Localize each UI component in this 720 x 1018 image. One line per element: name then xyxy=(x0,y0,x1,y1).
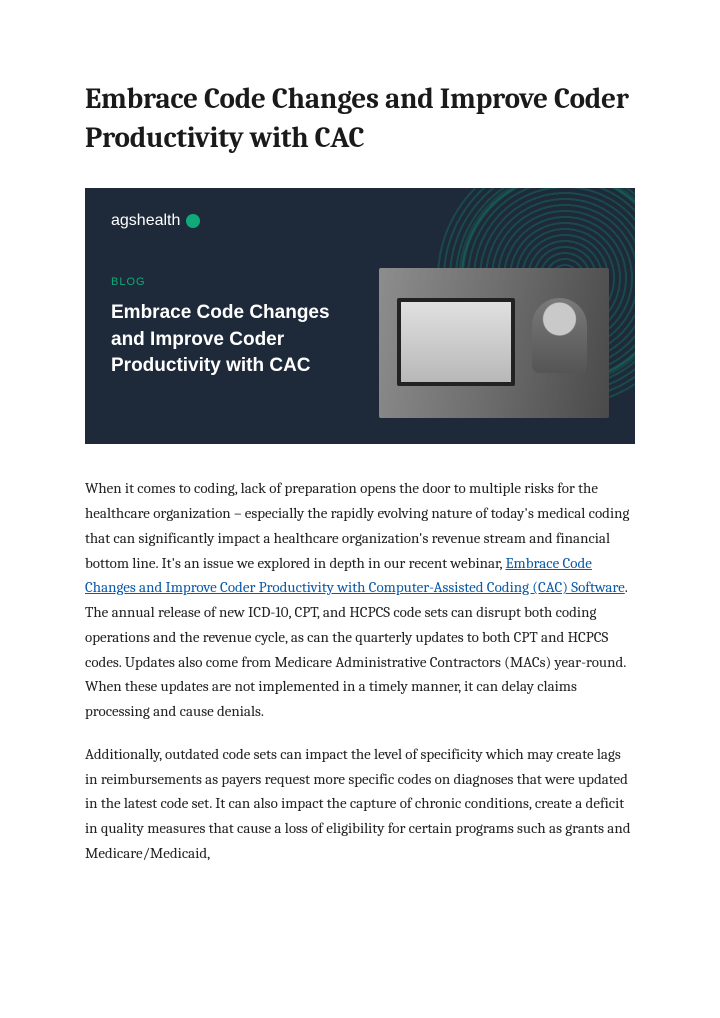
hero-overlay: agshealth BLOG Embrace Code Changes and … xyxy=(85,188,635,444)
hero-category-label: BLOG xyxy=(111,276,609,288)
paragraph-1-post: . xyxy=(625,578,628,596)
paragraph-1: When it comes to coding, lack of prepara… xyxy=(85,476,635,600)
brand-text: agshealth xyxy=(111,212,180,230)
paragraph-3: Additionally, outdated code sets can imp… xyxy=(85,742,635,866)
hero-heading: Embrace Code Changes and Improve Coder P… xyxy=(111,300,361,380)
hero-banner: agshealth BLOG Embrace Code Changes and … xyxy=(85,188,635,444)
brand-logo: agshealth xyxy=(111,212,609,230)
article-body: When it comes to coding, lack of prepara… xyxy=(85,476,635,865)
brand-dot-icon xyxy=(186,214,200,228)
paragraph-2: The annual release of new ICD-10, CPT, a… xyxy=(85,600,635,724)
page-title: Embrace Code Changes and Improve Coder P… xyxy=(85,80,635,158)
